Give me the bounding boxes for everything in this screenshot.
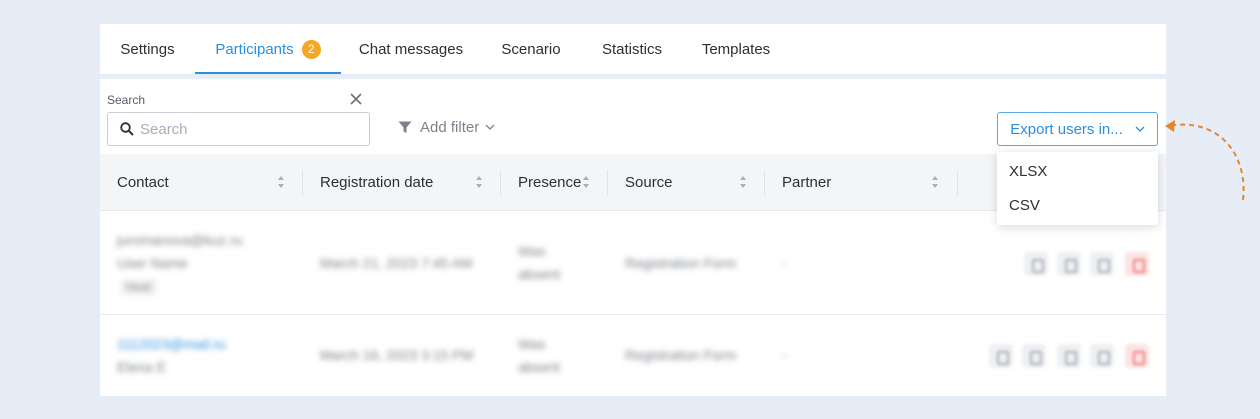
- sort-icon[interactable]: [931, 175, 939, 189]
- tab-bar: Settings Participants 2 Chat messages Sc…: [100, 24, 1166, 74]
- tab-label: Templates: [701, 40, 771, 58]
- tab-participants[interactable]: Participants 2: [195, 24, 341, 74]
- tab-templates[interactable]: Templates: [683, 24, 789, 74]
- tab-statistics[interactable]: Statistics: [581, 24, 683, 74]
- export-label: Export users in...: [1010, 120, 1123, 138]
- column-label: Contact: [117, 174, 169, 191]
- partner-value: -: [782, 255, 787, 271]
- column-label: Partner: [782, 174, 832, 191]
- source-value: Registration Form: [625, 347, 737, 363]
- tab-label: Statistics: [601, 40, 662, 58]
- tab-label: Chat messages: [358, 40, 464, 58]
- presence-line-1: Was: [518, 243, 546, 259]
- close-icon[interactable]: [348, 91, 364, 107]
- chevron-down-icon: [1135, 126, 1145, 132]
- export-users-button[interactable]: Export users in...: [997, 112, 1158, 146]
- user-icon[interactable]: [1090, 252, 1114, 276]
- sort-icon[interactable]: [582, 175, 590, 189]
- edit-icon[interactable]: [989, 344, 1013, 368]
- presence-line-2: absent: [518, 266, 561, 282]
- delete-icon[interactable]: [1125, 344, 1149, 368]
- tab-label: Scenario: [501, 40, 561, 58]
- add-filter-label: Add filter: [420, 119, 480, 136]
- column-header-contact[interactable]: Contact: [117, 154, 169, 211]
- chat-icon[interactable]: [1022, 344, 1046, 368]
- edit-icon[interactable]: [1024, 252, 1048, 276]
- sort-icon[interactable]: [739, 175, 747, 189]
- column-divider: [302, 170, 303, 196]
- filter-icon: [398, 121, 412, 133]
- tab-label: Participants: [215, 40, 294, 58]
- search-input[interactable]: [140, 120, 360, 138]
- column-divider: [957, 170, 958, 196]
- registration-date: March 21, 2023 7:45 AM: [320, 255, 473, 271]
- search-icon: [120, 122, 134, 136]
- export-dropdown-menu: XLSX CSV: [997, 152, 1158, 225]
- column-divider: [764, 170, 765, 196]
- contact-email[interactable]: 1112023@mail.ru: [117, 336, 226, 352]
- role-tag: Host: [120, 279, 157, 295]
- count-badge: 2: [301, 39, 321, 59]
- column-divider: [500, 170, 501, 196]
- column-header-partner[interactable]: Partner: [782, 154, 831, 211]
- annotation-arrow: [1165, 120, 1245, 201]
- table-row[interactable]: 1112023@mail.ru Elena E March 16, 2023 3…: [100, 316, 1166, 396]
- column-label: Source: [625, 174, 673, 191]
- column-header-presence[interactable]: Presence: [518, 154, 581, 211]
- presence-line-2: absent: [518, 359, 561, 375]
- column-label: Presence: [518, 174, 582, 191]
- column-header-source[interactable]: Source: [625, 154, 673, 211]
- column-divider: [607, 170, 608, 196]
- column-header-registration-date[interactable]: Registration date: [320, 154, 433, 211]
- partner-value: -: [782, 347, 787, 363]
- chevron-down-icon: [485, 124, 495, 130]
- user-icon[interactable]: [1090, 344, 1114, 368]
- tab-settings[interactable]: Settings: [100, 24, 195, 74]
- add-filter-button[interactable]: Add filter: [398, 119, 495, 136]
- contact-name: User Name: [117, 255, 188, 271]
- info-icon[interactable]: [1057, 252, 1081, 276]
- sort-icon[interactable]: [277, 175, 285, 189]
- tab-label: Settings: [120, 40, 175, 58]
- tab-scenario[interactable]: Scenario: [481, 24, 581, 74]
- export-option-xlsx[interactable]: XLSX: [1009, 163, 1047, 180]
- export-option-csv[interactable]: CSV: [1009, 197, 1040, 214]
- contact-email[interactable]: juromanova@kuz.ru: [117, 232, 243, 248]
- info-icon[interactable]: [1057, 344, 1081, 368]
- registration-date: March 16, 2023 3:15 PM: [320, 347, 474, 363]
- tab-chat-messages[interactable]: Chat messages: [341, 24, 481, 74]
- presence-line-1: Was: [518, 336, 546, 352]
- contact-name: Elena E: [117, 359, 167, 375]
- delete-icon[interactable]: [1125, 252, 1149, 276]
- column-label: Registration date: [320, 174, 434, 191]
- source-value: Registration Form: [625, 255, 737, 271]
- sort-icon[interactable]: [475, 175, 483, 189]
- table-row[interactable]: juromanova@kuz.ru User Name Host March 2…: [100, 212, 1166, 315]
- search-label: Search: [107, 93, 146, 107]
- participants-panel: Search Add filter Export users in... Con…: [100, 79, 1166, 396]
- search-field[interactable]: [107, 112, 370, 146]
